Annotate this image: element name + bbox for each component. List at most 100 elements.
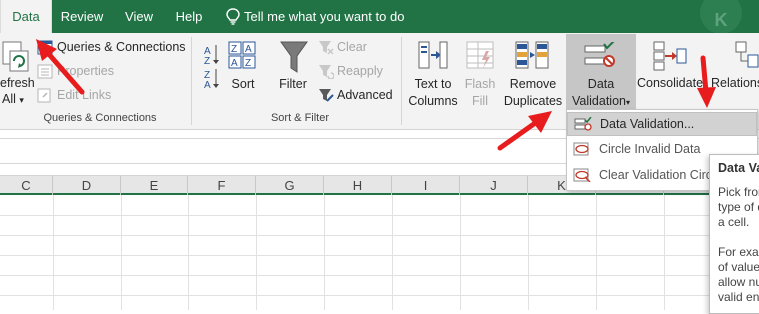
- consolidate-button[interactable]: Consolidate: [637, 76, 703, 90]
- menu-item-data-validation[interactable]: Data Validation...: [567, 112, 757, 136]
- gridline: [0, 275, 759, 276]
- flash-fill-icon: [466, 41, 494, 69]
- svg-text:A: A: [231, 58, 238, 69]
- reapply-icon: [319, 65, 334, 79]
- sort-button[interactable]: Sort: [226, 76, 260, 93]
- group-label-queries: Queries & Connections: [43, 112, 157, 124]
- column-header-f[interactable]: F: [188, 176, 256, 195]
- text-to-columns-button[interactable]: Text to Columns: [406, 76, 460, 110]
- flash-fill-line2: Fill: [472, 94, 488, 108]
- account-avatar[interactable]: K: [700, 0, 742, 34]
- gridline: [121, 195, 122, 310]
- gridline: [0, 255, 759, 256]
- filter-funnel-icon: [280, 41, 308, 73]
- menu-item-label: Data Validation...: [600, 117, 695, 131]
- advanced-button[interactable]: Advanced: [337, 88, 393, 102]
- advanced-filter-icon: [319, 89, 334, 102]
- svg-text:Z: Z: [231, 44, 237, 55]
- gridline: [0, 235, 759, 236]
- flash-fill-button[interactable]: Flash Fill: [460, 76, 500, 110]
- refresh-all-label-top[interactable]: efresh: [0, 76, 35, 90]
- tooltip-line: For example, you can provide a list: [718, 245, 759, 259]
- svg-text:A: A: [245, 44, 252, 55]
- svg-text:Z: Z: [204, 56, 210, 67]
- gridline: [0, 295, 759, 296]
- data-validation-line1: Data: [587, 77, 615, 91]
- tooltip-line: of values like 1, 2 and 3, or only: [718, 260, 759, 274]
- remove-duplicates-line1: Remove: [509, 77, 557, 91]
- gridline: [324, 195, 325, 310]
- column-header-i[interactable]: I: [392, 176, 460, 195]
- lightbulb-icon: [226, 8, 240, 25]
- gridline: [256, 195, 257, 310]
- properties-button[interactable]: Properties: [57, 64, 114, 78]
- remove-duplicates-icon: [515, 41, 549, 69]
- tab-help[interactable]: Help: [166, 0, 212, 33]
- properties-icon: [37, 64, 53, 79]
- gridline: [596, 195, 597, 310]
- edit-links-button[interactable]: Edit Links: [57, 88, 111, 102]
- tab-review[interactable]: Review: [54, 0, 110, 33]
- column-header-j[interactable]: J: [460, 176, 528, 195]
- worksheet-grid[interactable]: [0, 195, 759, 310]
- data-validation-small-icon: [574, 117, 592, 131]
- data-validation-text: Validation: [572, 94, 626, 108]
- column-header-g[interactable]: G: [256, 176, 324, 195]
- data-validation-button[interactable]: Data Validation▾: [566, 34, 636, 114]
- account-initial: K: [714, 10, 728, 30]
- text-to-columns-icon: [418, 41, 448, 69]
- group-separator: [401, 37, 402, 125]
- data-validation-tooltip: Data Validation Pick from a list of rule…: [709, 154, 759, 314]
- data-validation-label: Data Validation▾: [566, 76, 636, 111]
- remove-duplicates-line2: Duplicates: [503, 94, 563, 108]
- ribbon-tab-bar: Data Review View Help Tell me what you w…: [0, 0, 759, 34]
- column-header-d[interactable]: D: [53, 176, 121, 195]
- gridline: [460, 195, 461, 310]
- svg-text:Z: Z: [245, 58, 251, 69]
- column-header-h[interactable]: H: [324, 176, 392, 195]
- tell-me-label: Tell me what you want to do: [244, 9, 405, 24]
- tooltip-line: Pick from a list of rules to limit the: [718, 185, 759, 199]
- gridline: [664, 195, 665, 310]
- refresh-all-text: All: [2, 92, 16, 106]
- remove-duplicates-button[interactable]: Remove Duplicates: [502, 76, 564, 110]
- relationships-icon: [735, 41, 759, 68]
- tab-data[interactable]: Data: [0, 0, 52, 33]
- tooltip-line: allow numbers greater than 1000 as: [718, 275, 759, 289]
- edit-links-icon: [37, 88, 51, 103]
- tell-me-search[interactable]: Tell me what you want to do: [226, 0, 404, 33]
- relationships-button[interactable]: Relations: [711, 76, 759, 90]
- text-to-columns-line1: Text to: [414, 77, 452, 91]
- tab-view[interactable]: View: [114, 0, 164, 33]
- chevron-down-icon: ▾: [19, 95, 24, 105]
- gridline: [528, 195, 529, 310]
- gridline: [0, 215, 759, 216]
- tooltip-title: Data Validation: [718, 161, 759, 175]
- consolidate-icon: [653, 41, 687, 71]
- queries-connections-button[interactable]: Queries & Connections: [57, 40, 186, 54]
- gridline: [53, 195, 54, 310]
- refresh-all-label-bottom[interactable]: All ▾: [2, 92, 24, 106]
- menu-item-label: Circle Invalid Data: [599, 142, 701, 156]
- gridline: [188, 195, 189, 310]
- reapply-button[interactable]: Reapply: [337, 64, 383, 78]
- column-header-e[interactable]: E: [121, 176, 188, 195]
- group-label-sort-filter: Sort & Filter: [270, 112, 330, 124]
- chevron-down-icon: ▾: [625, 98, 630, 107]
- clear-button[interactable]: Clear: [337, 40, 367, 54]
- sort-az-icon: A Z Z A: [204, 45, 219, 89]
- gridline: [392, 195, 393, 310]
- column-header-c[interactable]: C: [0, 176, 53, 195]
- sort-dialog-icon: Z A A Z: [228, 41, 256, 69]
- tooltip-line: valid entries.: [718, 290, 759, 304]
- flash-fill-line1: Flash: [464, 77, 496, 91]
- clear-filter-icon: [319, 41, 334, 55]
- refresh-all-icon: [2, 41, 29, 72]
- clear-circles-icon: [573, 168, 591, 182]
- svg-text:A: A: [204, 80, 211, 89]
- tooltip-line: a cell.: [718, 215, 750, 229]
- queries-connections-icon: [37, 40, 53, 55]
- data-validation-icon: [584, 42, 615, 67]
- tooltip-line: type of data that can be entered in: [718, 200, 759, 214]
- filter-button[interactable]: Filter: [274, 76, 312, 93]
